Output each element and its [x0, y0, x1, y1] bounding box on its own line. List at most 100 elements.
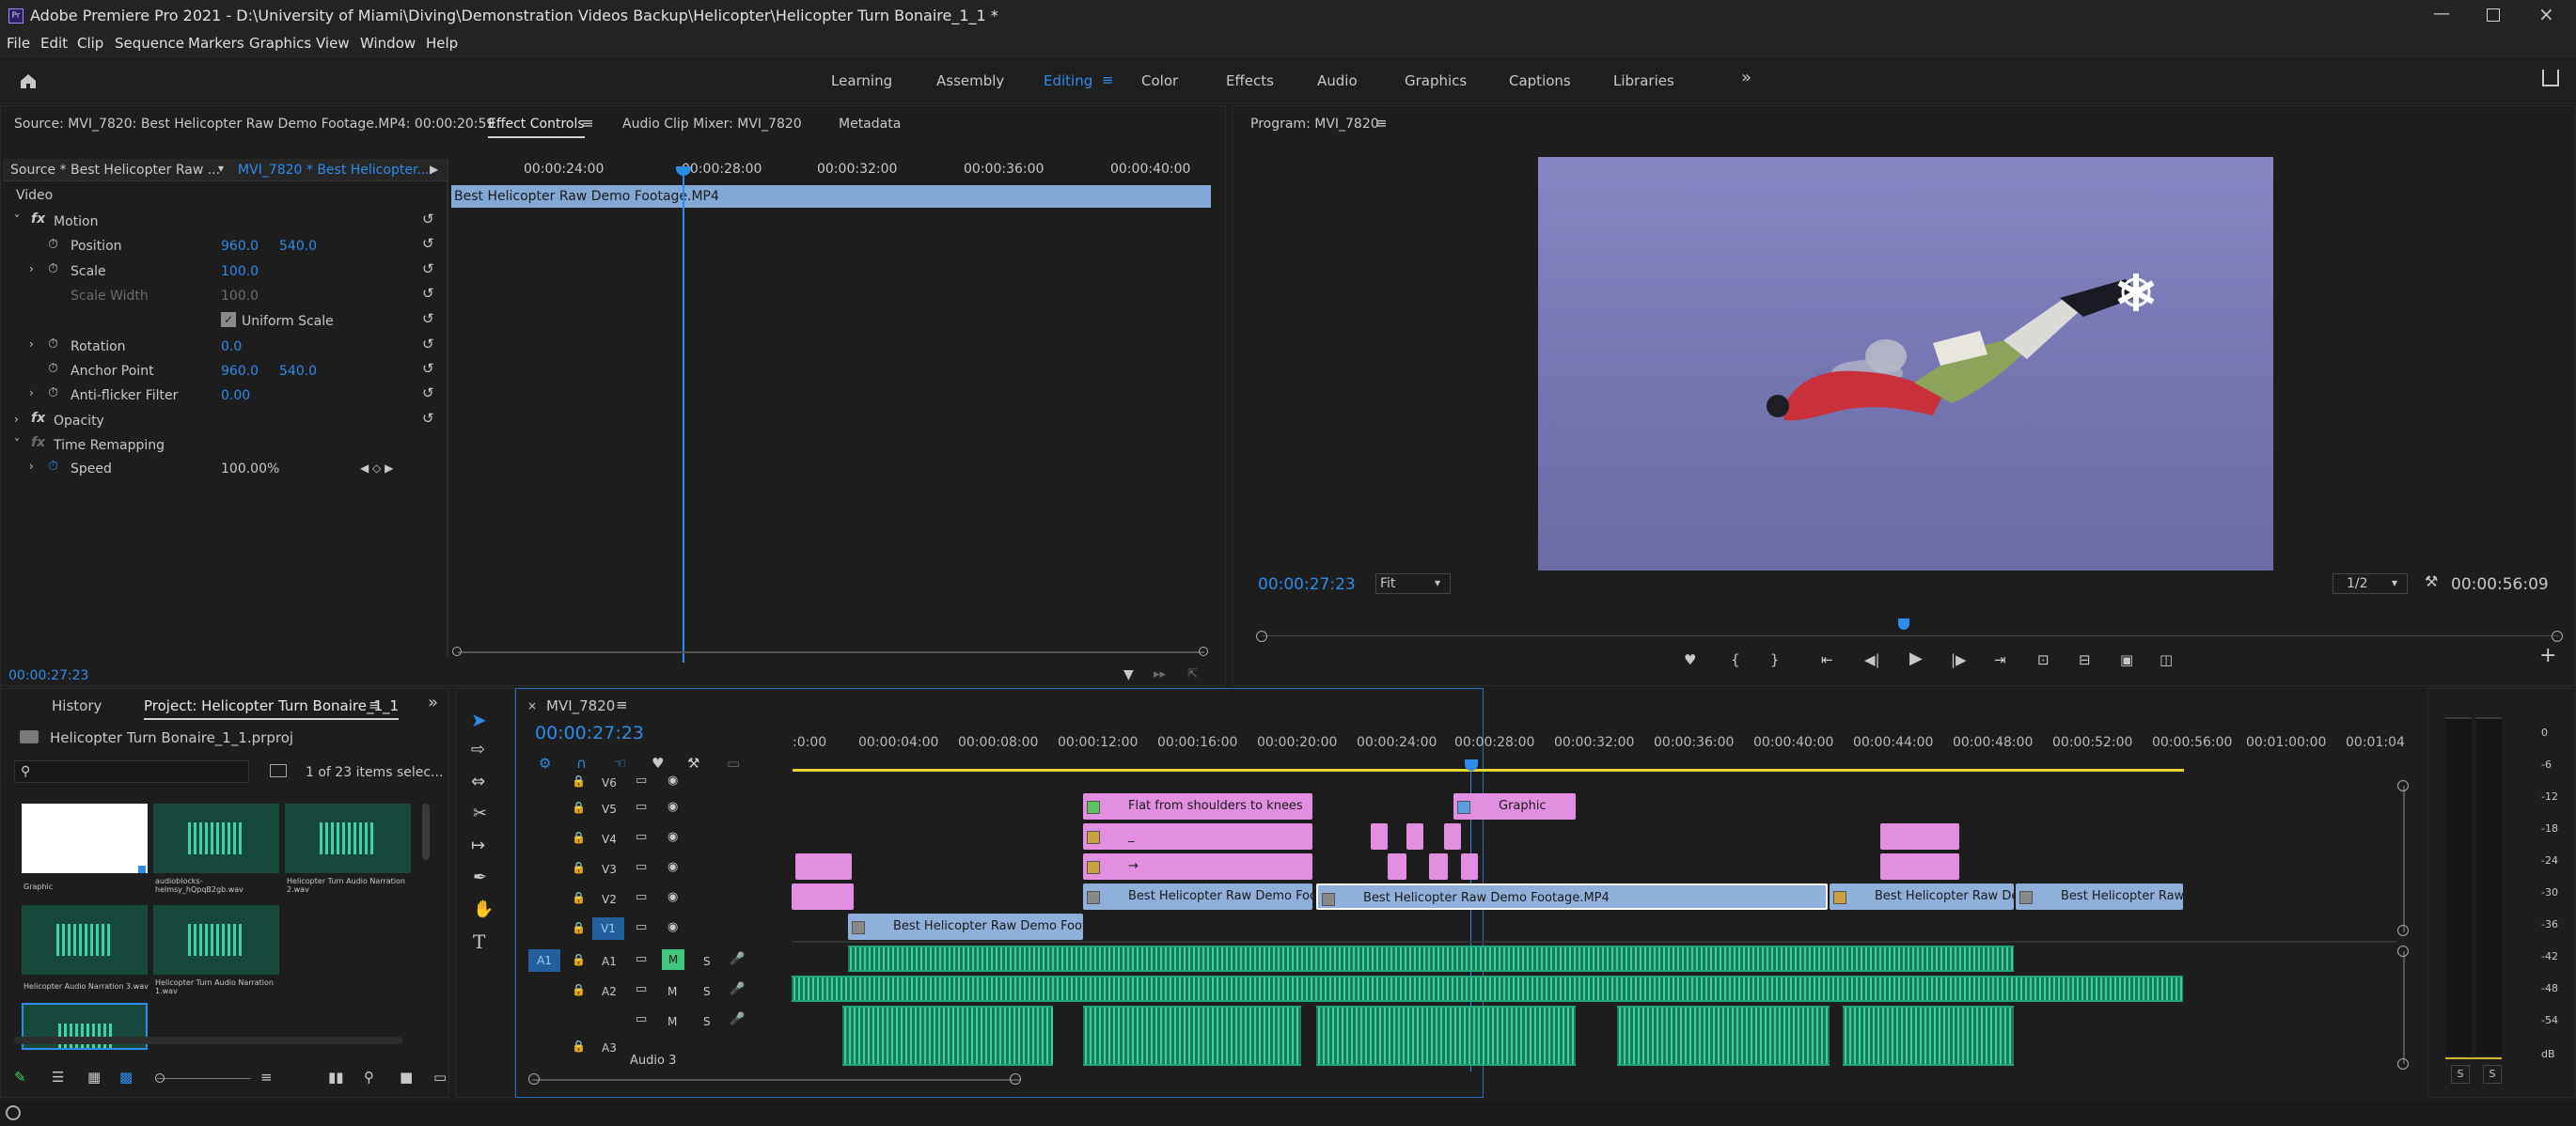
rotation-stopwatch-icon[interactable]: ⏱: [48, 336, 58, 352]
v2-clip-3[interactable]: Best Helicopter Raw Demo Fo: [1830, 884, 2014, 910]
ws-learning[interactable]: Learning: [831, 72, 892, 89]
anchor-y[interactable]: 540.0: [279, 363, 317, 380]
v4-small-clip[interactable]: [1880, 823, 1959, 850]
rotation-expand-icon[interactable]: ›: [29, 336, 34, 352]
find-icon[interactable]: ⚲: [364, 1069, 374, 1086]
a3-audio-clip[interactable]: [1083, 1006, 1301, 1066]
razor-tool-icon[interactable]: ✂: [473, 805, 487, 822]
settings-wrench-icon[interactable]: ⚒: [2425, 573, 2438, 590]
v2-clip-4[interactable]: Best Helicopter Raw Demo: [2016, 884, 2183, 910]
ws-captions[interactable]: Captions: [1509, 72, 1571, 89]
selection-tool-icon[interactable]: ➤: [471, 711, 487, 729]
home-icon[interactable]: [19, 72, 38, 89]
video-vscroll[interactable]: [2403, 786, 2405, 932]
reset-opacity-icon[interactable]: ↺: [422, 410, 434, 427]
tab-audio-clip-mixer[interactable]: Audio Clip Mixer: MVI_7820: [622, 116, 802, 133]
timeline-tab[interactable]: MVI_7820: [546, 697, 615, 714]
sync-icon[interactable]: ▭: [636, 773, 647, 790]
tab-project[interactable]: Project: Helicopter Turn Bonaire_1_1: [144, 697, 400, 720]
eye-icon[interactable]: ◉: [668, 799, 678, 816]
automate-icon[interactable]: ▮▮: [328, 1069, 344, 1086]
scale-value[interactable]: 100.0: [221, 263, 259, 280]
keyframe-nav-icon[interactable]: ◀ ◇ ▶: [360, 460, 393, 477]
meter-solo-left[interactable]: S: [2451, 1065, 2470, 1084]
speed-value[interactable]: 100.00%: [221, 461, 279, 477]
export-frame-icon[interactable]: ▣: [2120, 651, 2133, 668]
v3-small-clip[interactable]: [1461, 853, 1478, 880]
hscroll-right-handle[interactable]: [1010, 1073, 1021, 1085]
ec-export-icon[interactable]: ▸▸: [1154, 666, 1166, 683]
ws-audio[interactable]: Audio: [1317, 72, 1358, 89]
list-view-icon[interactable]: ☰: [52, 1069, 64, 1086]
v2-clip-2[interactable]: Best Helicopter Raw Demo Footage.MP4: [1316, 884, 1828, 910]
v4-small-clip[interactable]: [1371, 823, 1388, 850]
ec-timecode[interactable]: 00:00:27:23: [8, 667, 88, 684]
play-icon[interactable]: ▶: [1909, 650, 1923, 667]
captions-icon[interactable]: ▭: [727, 755, 740, 772]
reset-scale-width-icon[interactable]: ↺: [422, 285, 434, 302]
comparison-view-icon[interactable]: ◫: [2160, 651, 2173, 668]
speed-expand-icon[interactable]: ›: [29, 458, 34, 475]
lock-icon[interactable]: 🔒: [572, 919, 586, 936]
timeline-ruler[interactable]: :0:00 00:00:04:00 00:00:08:00 00:00:12:0…: [793, 735, 1460, 769]
project-item[interactable]: Graphic: [22, 804, 148, 901]
av-divider[interactable]: [793, 941, 2396, 943]
eye-icon[interactable]: ◉: [668, 889, 678, 906]
a3-audio-clip[interactable]: [1316, 1006, 1576, 1066]
lock-icon[interactable]: 🔒: [572, 889, 586, 906]
lock-icon[interactable]: 🔒: [572, 773, 586, 790]
tab-metadata[interactable]: Metadata: [839, 116, 901, 133]
scale-stopwatch-icon[interactable]: ⏱: [48, 260, 58, 277]
share-icon[interactable]: [2542, 70, 2559, 86]
a1-track[interactable]: A1 🔒 A1 ▭ M S 🎤: [523, 946, 792, 976]
ec-scroll-right-handle[interactable]: [1199, 647, 1208, 656]
project-hscroll[interactable]: [14, 1037, 403, 1044]
program-scrub-bar[interactable]: [1256, 618, 2565, 643]
uniform-scale-checkbox[interactable]: ✓: [221, 312, 236, 327]
lock-icon[interactable]: 🔒: [572, 981, 586, 998]
timeline-close-icon[interactable]: ×: [527, 697, 537, 714]
fit-dropdown[interactable]: Fit ▾: [1375, 573, 1451, 594]
program-title[interactable]: Program: MVI_7820: [1250, 116, 1379, 133]
vscroll-handle[interactable]: [2397, 1058, 2409, 1070]
ec-filter-icon[interactable]: ▼: [1123, 666, 1134, 683]
icon-view-icon[interactable]: ▦: [87, 1069, 101, 1086]
mic-a3-icon[interactable]: 🎤: [730, 1011, 745, 1028]
motion-expand-icon[interactable]: ˅: [14, 211, 20, 228]
position-y[interactable]: 540.0: [279, 238, 317, 255]
mute-a3-button[interactable]: M: [668, 1013, 677, 1030]
lock-icon[interactable]: 🔒: [572, 1038, 586, 1055]
ws-editing[interactable]: Editing: [1044, 72, 1092, 89]
mark-out-icon[interactable]: }: [1770, 651, 1780, 668]
reset-antiflicker-icon[interactable]: ↺: [422, 384, 434, 401]
new-bin-from-search-icon[interactable]: [270, 764, 287, 777]
reset-uniform-icon[interactable]: ↺: [422, 310, 434, 327]
work-area-bar[interactable]: [793, 769, 2184, 772]
zoom-slider[interactable]: [157, 1078, 251, 1079]
minimize-icon[interactable]: —: [2433, 6, 2450, 23]
maximize-icon[interactable]: [2487, 8, 2500, 22]
mute-a2-button[interactable]: M: [668, 983, 677, 1000]
v1-target[interactable]: V1: [592, 917, 624, 940]
play-clip-icon[interactable]: ▶: [430, 161, 438, 178]
eye-icon[interactable]: ◉: [668, 773, 678, 790]
v5-clip-flat[interactable]: Flat from shoulders to knees: [1083, 793, 1312, 820]
v6-track[interactable]: 🔒 V6 ▭ ◉: [523, 771, 792, 793]
anchor-stopwatch-icon[interactable]: ⏱: [48, 360, 58, 377]
sync-icon[interactable]: ▭: [636, 829, 647, 846]
program-video-frame[interactable]: [1538, 157, 2273, 571]
source-header[interactable]: Source: MVI_7820: Best Helicopter Raw De…: [14, 116, 495, 133]
lock-icon[interactable]: 🔒: [572, 951, 586, 968]
eye-icon[interactable]: ◉: [668, 829, 678, 846]
sync-icon[interactable]: ▭: [636, 951, 647, 968]
menu-edit[interactable]: Edit: [40, 35, 68, 52]
ec-divider[interactable]: [447, 159, 448, 657]
menu-graphics[interactable]: Graphics: [249, 35, 311, 52]
pen-tool-icon[interactable]: ✒: [473, 869, 487, 886]
vscroll-handle[interactable]: [2397, 780, 2409, 791]
timeline-menu-icon[interactable]: ≡: [616, 696, 628, 713]
v2-track[interactable]: 🔒 V2 ▭ ◉: [523, 884, 792, 914]
tab-history[interactable]: History: [52, 697, 102, 714]
project-menu-icon[interactable]: ≡: [369, 696, 381, 713]
a3-track[interactable]: ▭ M S 🎤 🔒 A3 Audio 3: [523, 1006, 792, 1071]
